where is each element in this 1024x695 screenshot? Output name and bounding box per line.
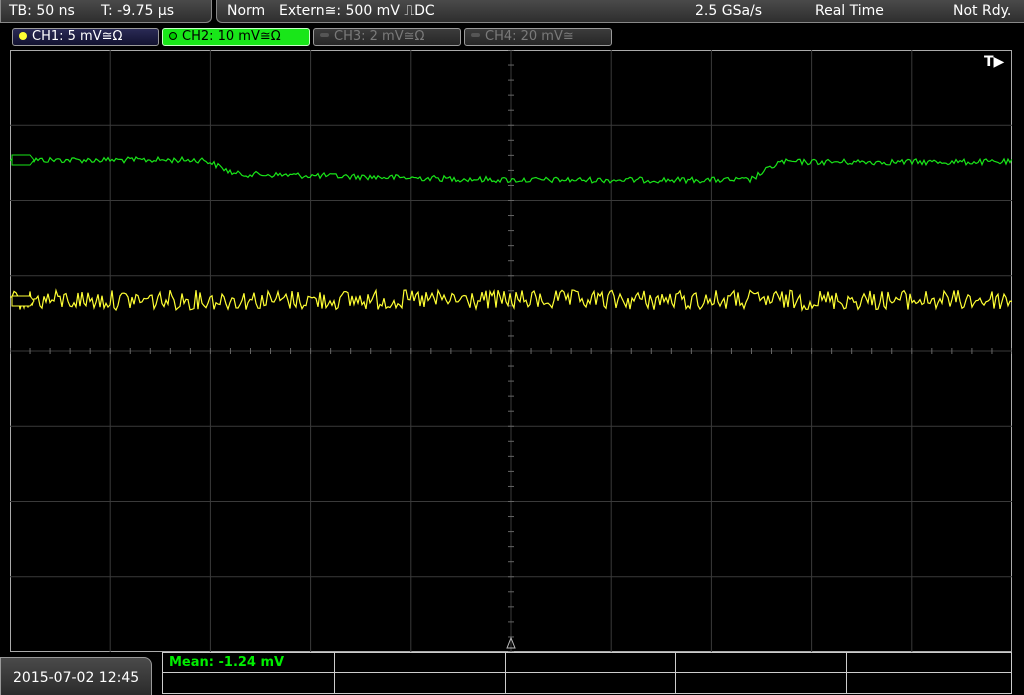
sample-rate: 2.5 GSa/s xyxy=(695,3,763,19)
channel-off-icon xyxy=(471,33,480,37)
timebase-panel[interactable]: TB: 50 ns T: -9.75 µs xyxy=(0,0,212,23)
measurement-mean: Mean: -1.24 mV xyxy=(169,655,285,670)
trigger-source: Extern≅: 500 mV ⎍DC xyxy=(279,3,435,19)
ready-state: Not Rdy. xyxy=(953,3,1012,19)
trigger-mode: Norm xyxy=(227,3,266,19)
channel-label: CH3: 2 mV≅Ω xyxy=(334,29,425,44)
channel-color-icon xyxy=(169,32,177,40)
channel-label: CH2: 10 mV≅Ω xyxy=(182,29,281,44)
channel-off-icon xyxy=(320,33,329,37)
graticule xyxy=(10,50,1012,652)
channel-color-icon xyxy=(19,32,27,40)
datetime: 2015-07-02 12:45 xyxy=(13,670,140,686)
measurement-table[interactable]: Mean: -1.24 mV xyxy=(162,652,1012,694)
waveform-plot: T▶ xyxy=(10,50,1012,652)
ch1-ground-marker[interactable] xyxy=(11,295,35,307)
table-divider xyxy=(163,672,1011,673)
channel-tab-ch2[interactable]: CH2: 10 mV≅Ω xyxy=(162,28,310,46)
trigger-panel[interactable]: Norm Extern≅: 500 mV ⎍DC 2.5 GSa/s Real … xyxy=(216,0,1024,23)
table-divider xyxy=(675,653,676,693)
trigger-marker[interactable]: T▶ xyxy=(984,54,1005,70)
ch2-ground-marker[interactable] xyxy=(11,154,35,166)
channel-tab-ch4[interactable]: CH4: 20 mV≅ xyxy=(464,28,612,46)
datetime-panel: 2015-07-02 12:45 xyxy=(0,657,152,695)
trigger-position-readout: T: -9.75 µs xyxy=(101,3,175,19)
timebase-readout: TB: 50 ns xyxy=(9,3,75,19)
channel-tab-ch1[interactable]: CH1: 5 mV≅Ω xyxy=(12,28,159,46)
table-divider xyxy=(505,653,506,693)
acquisition-mode: Real Time xyxy=(815,3,884,19)
channel-label: CH1: 5 mV≅Ω xyxy=(32,29,123,44)
status-bar: TB: 50 ns T: -9.75 µs Norm Extern≅: 500 … xyxy=(0,0,1024,26)
table-divider xyxy=(846,653,847,693)
table-divider xyxy=(334,653,335,693)
channel-tab-ch3[interactable]: CH3: 2 mV≅Ω xyxy=(313,28,461,46)
channel-label: CH4: 20 mV≅ xyxy=(485,29,574,44)
